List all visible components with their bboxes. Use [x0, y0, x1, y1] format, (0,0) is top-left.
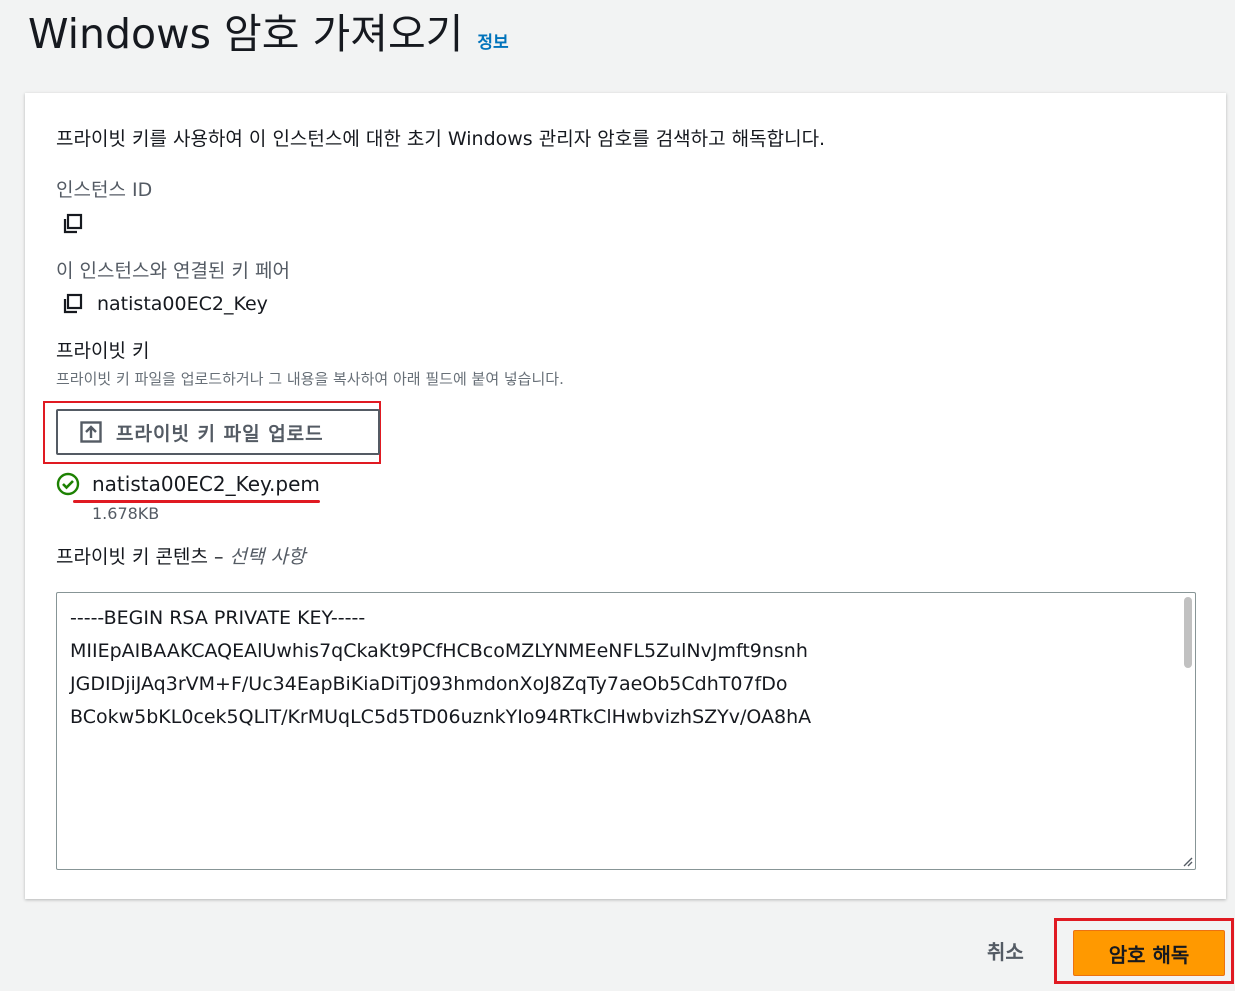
private-key-hint: 프라이빗 키 파일을 업로드하거나 그 내용을 복사하여 아래 필드에 붙여 넣…	[56, 370, 564, 388]
file-name-underline	[73, 500, 320, 503]
optional-tag: 선택 사항	[229, 546, 306, 568]
resize-grip-icon[interactable]	[1181, 855, 1193, 867]
key-content-line: MIIEpAIBAAKCAQEAlUwhis7qCkaKt9PCfHCBcoMZ…	[70, 640, 808, 662]
key-content-line: BCokw5bKL0cek5QLlT/KrMUqLC5d5TD06uznkYIo…	[70, 706, 812, 728]
key-pair-row: natista00EC2_Key	[61, 293, 268, 315]
uploaded-file: natista00EC2_Key.pem	[56, 472, 320, 496]
key-content-line: -----BEGIN RSA PRIVATE KEY-----	[70, 607, 366, 629]
upload-button-label: 프라이빗 키 파일 업로드	[116, 422, 324, 445]
password-form-panel: 프라이빗 키를 사용하여 이 인스턴스에 대한 초기 Windows 관리자 암…	[25, 93, 1226, 899]
get-windows-password-page: Windows 암호 가져오기 정보 프라이빗 키를 사용하여 이 인스턴스에 …	[0, 0, 1235, 991]
upload-private-key-button[interactable]: 프라이빗 키 파일 업로드	[56, 409, 380, 455]
page-header: Windows 암호 가져오기 정보	[28, 8, 509, 60]
upload-icon	[80, 421, 102, 443]
key-pair-label: 이 인스턴스와 연결된 키 페어	[56, 260, 290, 282]
cancel-button[interactable]: 취소	[987, 936, 1024, 965]
page-title: Windows 암호 가져오기	[28, 10, 464, 58]
instance-id-label: 인스턴스 ID	[56, 179, 153, 201]
copy-icon[interactable]	[61, 213, 83, 235]
copy-icon[interactable]	[61, 293, 83, 315]
key-content-label: 프라이빗 키 콘텐츠 – 선택 사항	[56, 542, 305, 569]
success-check-icon	[56, 472, 80, 496]
key-content-line: JGDIDjiJAq3rVM+F/Uc34EapBiKiaDiTj093hmdo…	[70, 673, 788, 695]
form-description: 프라이빗 키를 사용하여 이 인스턴스에 대한 초기 Windows 관리자 암…	[56, 128, 826, 150]
private-key-content-textarea[interactable]: -----BEGIN RSA PRIVATE KEY----- MIIEpAIBA…	[56, 592, 1196, 870]
uploaded-file-size: 1.678KB	[92, 504, 160, 523]
decrypt-password-button[interactable]: 암호 해독	[1073, 930, 1225, 976]
info-link[interactable]: 정보	[477, 28, 508, 53]
textarea-scrollbar[interactable]	[1184, 597, 1192, 668]
private-key-label: 프라이빗 키	[56, 340, 150, 362]
key-content-label-text: 프라이빗 키 콘텐츠 –	[56, 546, 224, 568]
key-pair-value: natista00EC2_Key	[97, 293, 268, 315]
private-key-content: -----BEGIN RSA PRIVATE KEY----- MIIEpAIBA…	[70, 602, 811, 734]
uploaded-file-name: natista00EC2_Key.pem	[92, 472, 320, 496]
instance-id-row	[61, 213, 97, 235]
